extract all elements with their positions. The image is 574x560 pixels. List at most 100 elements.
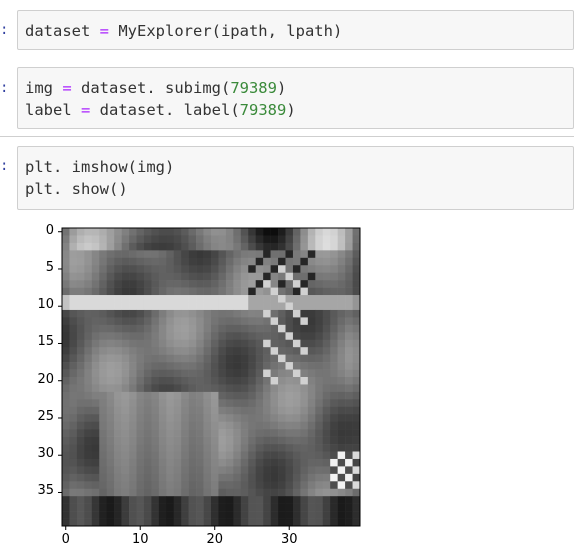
image-pixel xyxy=(337,496,346,504)
code-cell-2[interactable]: : img = dataset. subimg(79389) label = d… xyxy=(0,67,574,129)
image-pixel xyxy=(76,421,85,430)
image-pixel xyxy=(255,377,264,385)
image-pixel xyxy=(136,518,145,527)
image-pixel xyxy=(114,481,122,490)
image-pixel xyxy=(300,406,309,415)
image-pixel xyxy=(337,235,346,244)
image-pixel xyxy=(211,458,219,467)
image-pixel xyxy=(143,235,152,244)
image-pixel xyxy=(218,503,227,512)
image-pixel xyxy=(218,339,227,348)
image-pixel xyxy=(240,414,249,422)
image-pixel xyxy=(352,384,361,393)
image-pixel xyxy=(173,332,182,341)
image-pixel xyxy=(158,295,167,303)
image-pixel xyxy=(173,317,182,326)
image-pixel xyxy=(278,324,286,333)
image-pixel xyxy=(255,339,264,348)
image-pixel xyxy=(151,242,160,251)
image-pixel xyxy=(307,488,316,497)
image-pixel xyxy=(166,302,175,311)
image-pixel xyxy=(307,302,316,311)
image-pixel xyxy=(166,347,175,355)
image-pixel xyxy=(203,257,212,266)
image-pixel xyxy=(330,488,338,497)
code-input-area[interactable]: dataset = MyExplorer(ipath, lpath) xyxy=(17,10,574,50)
image-pixel xyxy=(91,511,100,519)
image-pixel xyxy=(352,250,361,259)
image-pixel xyxy=(300,503,309,512)
image-pixel xyxy=(129,309,137,318)
image-pixel xyxy=(345,377,353,385)
image-pixel xyxy=(62,466,70,475)
image-pixel xyxy=(114,362,122,370)
image-pixel xyxy=(158,414,167,422)
image-pixel xyxy=(166,451,175,460)
code-cell-1[interactable]: : dataset = MyExplorer(ipath, lpath) xyxy=(0,10,574,50)
image-pixel xyxy=(69,295,78,303)
image-pixel xyxy=(292,354,301,363)
image-pixel xyxy=(225,481,234,490)
image-pixel xyxy=(352,228,361,236)
image-pixel xyxy=(352,429,361,437)
image-pixel xyxy=(69,399,78,408)
image-pixel xyxy=(292,421,301,430)
image-pixel xyxy=(300,257,309,266)
image-pixel xyxy=(292,295,301,303)
image-pixel xyxy=(255,421,264,430)
image-pixel xyxy=(166,399,175,408)
image-pixel xyxy=(345,257,353,266)
image-pixel xyxy=(292,518,301,527)
image-pixel xyxy=(315,317,324,326)
image-pixel xyxy=(322,347,331,355)
image-pixel xyxy=(62,458,70,467)
image-pixel xyxy=(143,458,152,467)
image-pixel xyxy=(136,503,145,512)
image-pixel xyxy=(121,429,130,437)
image-pixel xyxy=(292,339,301,348)
image-pixel xyxy=(129,436,137,445)
image-pixel xyxy=(352,377,361,385)
image-pixel xyxy=(151,324,160,333)
image-pixel xyxy=(315,250,324,259)
image-pixel xyxy=(151,228,160,236)
image-pixel xyxy=(345,421,353,430)
image-pixel xyxy=(248,302,256,311)
image-pixel xyxy=(300,295,309,303)
code-input-area[interactable]: plt. imshow(img) plt. show() xyxy=(17,146,574,210)
image-pixel xyxy=(218,421,227,430)
image-pixel xyxy=(196,384,204,393)
image-pixel xyxy=(106,257,115,266)
image-pixel xyxy=(99,309,107,318)
image-pixel xyxy=(248,324,256,333)
image-pixel xyxy=(307,287,316,296)
image-pixel xyxy=(240,242,249,251)
code-input-area[interactable]: img = dataset. subimg(79389) label = dat… xyxy=(17,67,574,129)
image-pixel xyxy=(300,473,309,482)
image-pixel xyxy=(136,377,145,385)
image-pixel xyxy=(99,473,107,482)
image-pixel xyxy=(263,302,271,311)
image-pixel xyxy=(173,339,182,348)
image-pixel xyxy=(270,347,279,355)
code-cell-3[interactable]: : plt. imshow(img) plt. show() xyxy=(0,146,574,210)
y-tick-label: 35 xyxy=(37,483,54,499)
image-pixel xyxy=(233,406,242,415)
image-pixel xyxy=(129,324,137,333)
image-pixel xyxy=(158,235,167,244)
image-pixel xyxy=(106,481,115,490)
image-pixel xyxy=(345,332,353,341)
image-pixel xyxy=(285,369,294,378)
image-pixel xyxy=(203,354,212,363)
image-pixel xyxy=(345,287,353,296)
image-pixel xyxy=(62,295,70,303)
image-pixel xyxy=(337,228,346,236)
image-pixel xyxy=(188,421,197,430)
image-pixel xyxy=(225,511,234,519)
code-token: plt. imshow(img) xyxy=(25,158,175,176)
image-pixel xyxy=(255,384,264,393)
image-pixel xyxy=(181,317,189,326)
image-pixel xyxy=(91,309,100,318)
image-pixel xyxy=(84,488,93,497)
image-pixel xyxy=(69,414,78,422)
